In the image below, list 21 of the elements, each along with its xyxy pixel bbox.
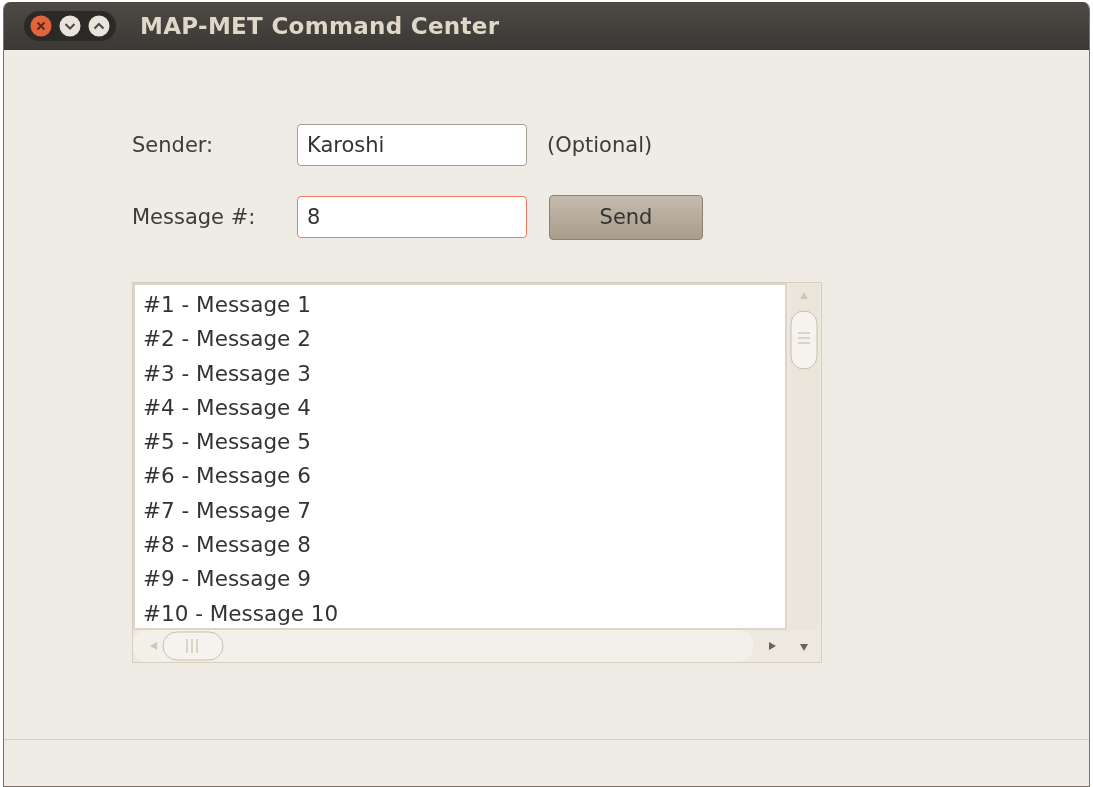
message-list[interactable]: #1 - Message 1 #2 - Message 2 #3 - Message 3 #4 - Message 4 #5 - Message 5 #6 - Message 6 #7 - Message 7 #8 - Message 8 #9 - Message 9 #10 - Message 10 <box>132 282 822 663</box>
input-field[interactable]: 8 <box>297 196 527 238</box>
window-title: MAP-MET Command Center <box>140 13 500 39</box>
input-field[interactable]: Karoshi <box>297 124 527 166</box>
list-item[interactable]: #2 - Message 2 <box>143 322 785 357</box>
field-label: Sender: <box>132 133 215 157</box>
list-item[interactable]: #3 - Message 3 <box>143 356 785 391</box>
maximize-icon[interactable] <box>88 15 110 37</box>
list-item[interactable]: #4 - Message 4 <box>143 390 785 426</box>
field-label: Message #: <box>132 205 257 229</box>
close-icon[interactable] <box>30 15 52 37</box>
send-button[interactable]: Send <box>549 194 703 240</box>
minimize-icon[interactable] <box>59 15 81 37</box>
list-item[interactable]: #9 - Message 9 <box>143 562 785 597</box>
list-item[interactable]: #1 - Message 1 <box>143 288 785 323</box>
list-item[interactable]: #5 - Message 5 <box>143 425 785 460</box>
list-item[interactable]: #10 - Message 10 <box>143 596 785 628</box>
list-item[interactable]: #6 - Message 6 <box>143 459 785 494</box>
list-item[interactable]: #8 - Message 8 <box>143 528 785 563</box>
optional-note: (Optional) <box>547 133 653 157</box>
list-item[interactable]: #7 - Message 7 <box>143 493 785 529</box>
